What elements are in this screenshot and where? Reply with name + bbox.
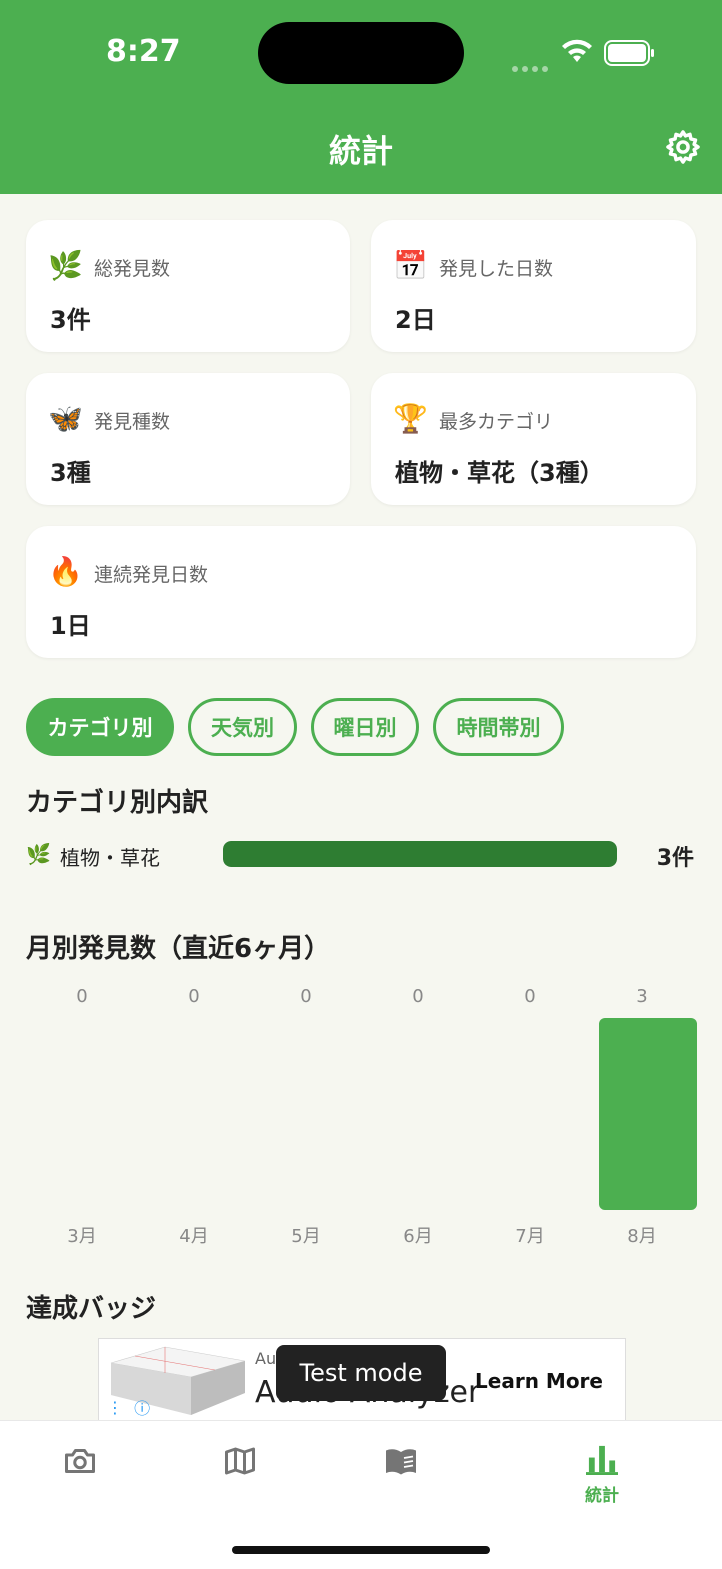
stat-card-days: 📅 発見した日数 2日: [371, 220, 696, 352]
book-icon: [386, 1449, 416, 1475]
map-icon: [225, 1447, 255, 1475]
test-mode-toast: Test mode: [276, 1345, 446, 1401]
stat-card-top-category: 🏆 最多カテゴリ 植物・草花（3種）: [371, 373, 696, 505]
stat-value: 3件: [50, 306, 91, 334]
cellular-signal-icon: [512, 57, 552, 76]
x-axis-tick-label: 7月: [515, 1226, 545, 1247]
category-row: 🌿 植物・草花 3件: [26, 838, 696, 872]
app-header: 8:27 統計: [0, 0, 722, 194]
category-bar-track: [223, 841, 617, 867]
herb-icon: 🌿: [48, 249, 83, 282]
stat-value: 植物・草花（3種）: [395, 459, 604, 487]
x-axis-tick-label: 5月: [291, 1226, 321, 1247]
tab-time-of-day[interactable]: 時間帯別: [433, 698, 564, 756]
bar-value-label: 0: [76, 986, 88, 1007]
category-count: 3件: [656, 846, 694, 871]
bar-value-label: 3: [636, 986, 648, 1007]
bar-value-label: 0: [524, 986, 536, 1007]
category-section-title: カテゴリ別内訳: [26, 788, 209, 818]
stat-value: 1日: [50, 612, 91, 640]
tab-map[interactable]: [200, 1443, 280, 1523]
fire-icon: 🔥: [48, 555, 83, 588]
camera-icon: [65, 1449, 95, 1473]
x-axis-tick-label: 3月: [67, 1226, 97, 1247]
chart-bar: [599, 1018, 697, 1210]
badges-section-title: 達成バッジ: [26, 1294, 157, 1324]
x-axis-tick-label: 6月: [403, 1226, 433, 1247]
butterfly-icon: 🦋: [48, 402, 83, 435]
ad-controls: ⋮ ⓘ: [107, 1395, 156, 1419]
stat-value: 2日: [395, 306, 436, 334]
stat-label: 発見種数: [94, 411, 171, 433]
tab-statistics[interactable]: 統計: [562, 1443, 642, 1523]
ad-app-name-partial: Au: [255, 1349, 277, 1368]
stat-card-total: 🌿 総発見数 3件: [26, 220, 350, 352]
trophy-icon: 🏆: [393, 402, 428, 435]
stat-card-species: 🦋 発見種数 3種: [26, 373, 350, 505]
monthly-section-title: 月別発見数（直近6ヶ月）: [26, 934, 331, 964]
home-indicator: [232, 1546, 490, 1554]
page-title: 統計: [328, 132, 393, 170]
bar-chart-icon: [586, 1445, 618, 1475]
gear-icon[interactable]: [664, 128, 702, 166]
stat-label: 連続発見日数: [94, 564, 209, 586]
category-bar-fill: [223, 841, 617, 867]
calendar-icon: 📅: [393, 249, 428, 282]
stat-card-streak: 🔥 連続発見日数 1日: [26, 526, 696, 658]
tab-weekday[interactable]: 曜日別: [311, 698, 419, 756]
more-options-icon[interactable]: ⋮: [107, 1398, 123, 1417]
stat-label: 発見した日数: [439, 258, 554, 280]
bar-value-label: 0: [412, 986, 424, 1007]
x-axis-tick-label: 8月: [627, 1226, 657, 1247]
info-icon[interactable]: ⓘ: [134, 1395, 150, 1419]
status-time: 8:27: [106, 34, 181, 69]
tab-encyclopedia[interactable]: [361, 1443, 441, 1523]
herb-icon: 🌿: [26, 842, 51, 866]
stat-value: 3種: [50, 459, 91, 487]
wifi-icon: [562, 39, 592, 62]
bar-value-label: 0: [188, 986, 200, 1007]
monthly-bar-chart: 0 3月 0 4月 0 5月 0 6月 0 7月 3 8月: [26, 980, 697, 1250]
tab-weather[interactable]: 天気別: [188, 698, 297, 756]
bar-value-label: 0: [300, 986, 312, 1007]
battery-icon: [604, 40, 654, 66]
stat-label: 総発見数: [94, 258, 171, 280]
ad-learn-more-button[interactable]: Learn More: [475, 1369, 603, 1393]
category-label: 植物・草花: [60, 846, 160, 870]
tab-camera[interactable]: [40, 1443, 120, 1523]
tab-statistics-label: 統計: [585, 1486, 619, 1506]
stat-label: 最多カテゴリ: [439, 411, 554, 433]
x-axis-tick-label: 4月: [179, 1226, 209, 1247]
dynamic-island: [258, 22, 464, 84]
tab-category[interactable]: カテゴリ別: [26, 698, 174, 756]
